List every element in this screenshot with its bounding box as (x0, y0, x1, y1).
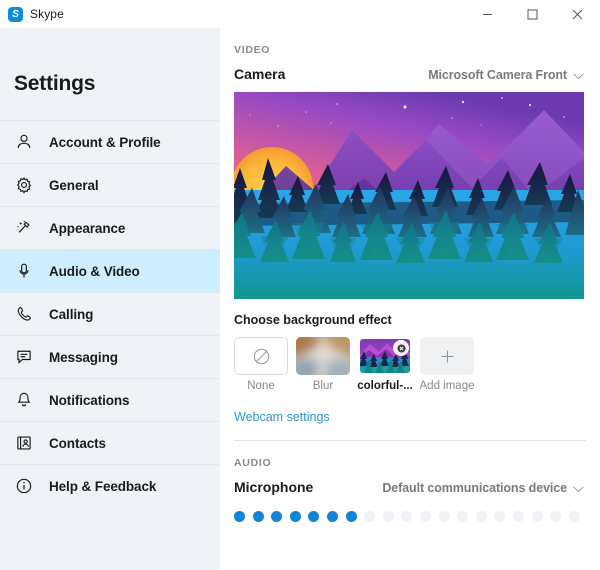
microphone-label: Microphone (234, 479, 314, 495)
chat-bubble-icon (13, 346, 35, 368)
microphone-device-dropdown[interactable]: Default communications device (382, 481, 584, 495)
sidebar-item-label: Appearance (49, 220, 126, 236)
sidebar-item-calling[interactable]: Calling (0, 292, 220, 335)
no-effect-icon (253, 348, 269, 364)
camera-preview-wrapper (220, 82, 600, 299)
background-effect-none[interactable]: None (234, 337, 288, 392)
minimize-icon (483, 13, 492, 15)
title-bar: S Skype (0, 0, 600, 28)
magic-wand-icon (13, 217, 35, 239)
sidebar-item-label: Messaging (49, 349, 118, 365)
settings-sidebar: Settings Account & Profile General Appea… (0, 28, 220, 570)
mic-level-dot-inactive (550, 511, 562, 522)
background-effect-caption: colorful-... (357, 380, 413, 392)
close-button[interactable] (555, 0, 600, 28)
audio-section-label: AUDIO (234, 457, 272, 469)
phone-icon (13, 303, 35, 325)
close-icon (572, 9, 583, 19)
microphone-row: Microphone Default communications device (220, 469, 600, 495)
bell-icon (13, 389, 35, 411)
sidebar-item-account-profile[interactable]: Account & Profile (0, 120, 220, 163)
background-effects-list: None Blur colorful-... Add image (220, 327, 600, 392)
background-effect-none-thumbnail[interactable] (234, 337, 288, 375)
sidebar-item-label: Help & Feedback (49, 478, 157, 494)
sidebar-item-label: Audio & Video (49, 263, 140, 279)
mic-level-dot-inactive (512, 511, 524, 522)
skype-logo-letter: S (11, 7, 19, 20)
camera-label: Camera (234, 66, 286, 82)
settings-nav: Account & Profile General Appearance Aud… (0, 120, 220, 507)
contact-card-icon (13, 432, 35, 454)
sidebar-item-audio-video[interactable]: Audio & Video (0, 249, 220, 292)
mic-level-dot-inactive (438, 511, 450, 522)
mic-level-dot-inactive (419, 511, 431, 522)
sidebar-item-messaging[interactable]: Messaging (0, 335, 220, 378)
background-effect-colorful[interactable]: colorful-... (357, 337, 413, 392)
background-effect-blur-thumbnail[interactable] (296, 337, 350, 375)
maximize-button[interactable] (510, 0, 555, 28)
blur-preview-image (296, 337, 350, 375)
background-effect-colorful-thumbnail[interactable] (358, 337, 412, 375)
sidebar-item-help-feedback[interactable]: Help & Feedback (0, 464, 220, 507)
skype-settings-window: S Skype Settings Account & Profile Gener… (0, 0, 600, 570)
mic-level-dot-active (345, 511, 357, 522)
sidebar-item-notifications[interactable]: Notifications (0, 378, 220, 421)
camera-device-value: Microsoft Camera Front (428, 68, 567, 82)
microphone-device-value: Default communications device (382, 481, 567, 495)
sidebar-item-appearance[interactable]: Appearance (0, 206, 220, 249)
page-title: Settings (14, 72, 96, 95)
webcam-settings-link[interactable]: Webcam settings (220, 392, 330, 424)
mic-level-dot-inactive (568, 511, 580, 522)
sidebar-item-label: General (49, 177, 99, 193)
background-effect-caption: Add image (419, 380, 475, 392)
window-controls (465, 0, 600, 28)
mic-level-dot-active (326, 511, 338, 522)
person-icon (13, 131, 35, 153)
background-effect-add-image[interactable]: Add image (419, 337, 475, 392)
camera-preview (234, 92, 584, 299)
remove-background-effect-badge[interactable] (393, 340, 409, 356)
info-circle-icon (13, 475, 35, 497)
background-effect-heading: Choose background effect (234, 313, 392, 327)
mic-level-dot-active (234, 511, 245, 522)
plus-icon (441, 350, 453, 362)
mic-level-dot-active (252, 511, 264, 522)
title-bar-branding: S Skype (0, 6, 64, 22)
sidebar-item-contacts[interactable]: Contacts (0, 421, 220, 464)
camera-row: Camera Microsoft Camera Front (220, 56, 600, 82)
maximize-icon (527, 9, 538, 19)
chevron-down-icon (573, 72, 584, 79)
background-effect-blur[interactable]: Blur (296, 337, 350, 392)
gear-icon (13, 174, 35, 196)
add-image-thumbnail[interactable] (420, 337, 474, 375)
video-section-label: VIDEO (234, 44, 271, 56)
mic-level-dot-inactive (364, 511, 376, 522)
minimize-button[interactable] (465, 0, 510, 28)
background-effect-caption: Blur (312, 380, 334, 392)
microphone-icon (13, 260, 35, 282)
app-title: Skype (30, 7, 64, 21)
mic-level-dot-active (289, 511, 301, 522)
sidebar-item-label: Account & Profile (49, 134, 161, 150)
background-effect-caption: None (247, 380, 275, 392)
mic-level-dot-active (308, 511, 320, 522)
sidebar-item-label: Contacts (49, 435, 106, 451)
mic-level-dot-active (271, 511, 283, 522)
audio-video-settings-panel: VIDEO Camera Microsoft Camera Front Choo… (220, 28, 600, 570)
skype-logo-icon: S (8, 6, 23, 22)
microphone-level-meter (220, 495, 600, 522)
mic-level-dot-inactive (382, 511, 394, 522)
mic-level-dot-inactive (457, 511, 469, 522)
chevron-down-icon (573, 485, 584, 492)
mic-level-dot-inactive (494, 511, 506, 522)
camera-device-dropdown[interactable]: Microsoft Camera Front (428, 68, 584, 82)
sidebar-item-label: Calling (49, 306, 94, 322)
sidebar-item-general[interactable]: General (0, 163, 220, 206)
mic-level-dot-inactive (401, 511, 413, 522)
sidebar-item-label: Notifications (49, 392, 130, 408)
mic-level-dot-inactive (531, 511, 543, 522)
close-icon (396, 343, 406, 353)
mic-level-dot-inactive (475, 511, 487, 522)
camera-preview-image (234, 92, 584, 299)
